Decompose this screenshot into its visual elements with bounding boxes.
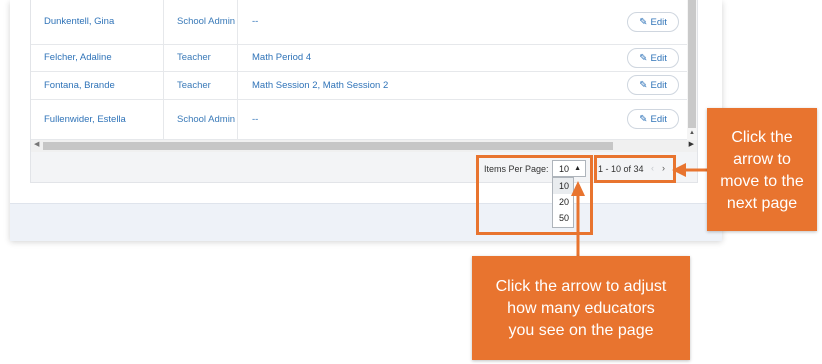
callout-line: arrow to (733, 151, 791, 168)
callout-line: next page (726, 195, 798, 212)
next-page-callout: Click the arrow to move to the next page (707, 108, 817, 231)
items-per-page-callout: Click the arrow to adjust how many educa… (472, 256, 690, 360)
callout-line: Click the arrow to adjust (495, 278, 667, 295)
callout-line: how many educators (507, 300, 655, 317)
callout-line: Click the (731, 129, 793, 146)
callout-line: you see on the page (508, 322, 654, 339)
callout-arrows (571, 163, 707, 256)
callout-line: move to the (720, 173, 804, 190)
